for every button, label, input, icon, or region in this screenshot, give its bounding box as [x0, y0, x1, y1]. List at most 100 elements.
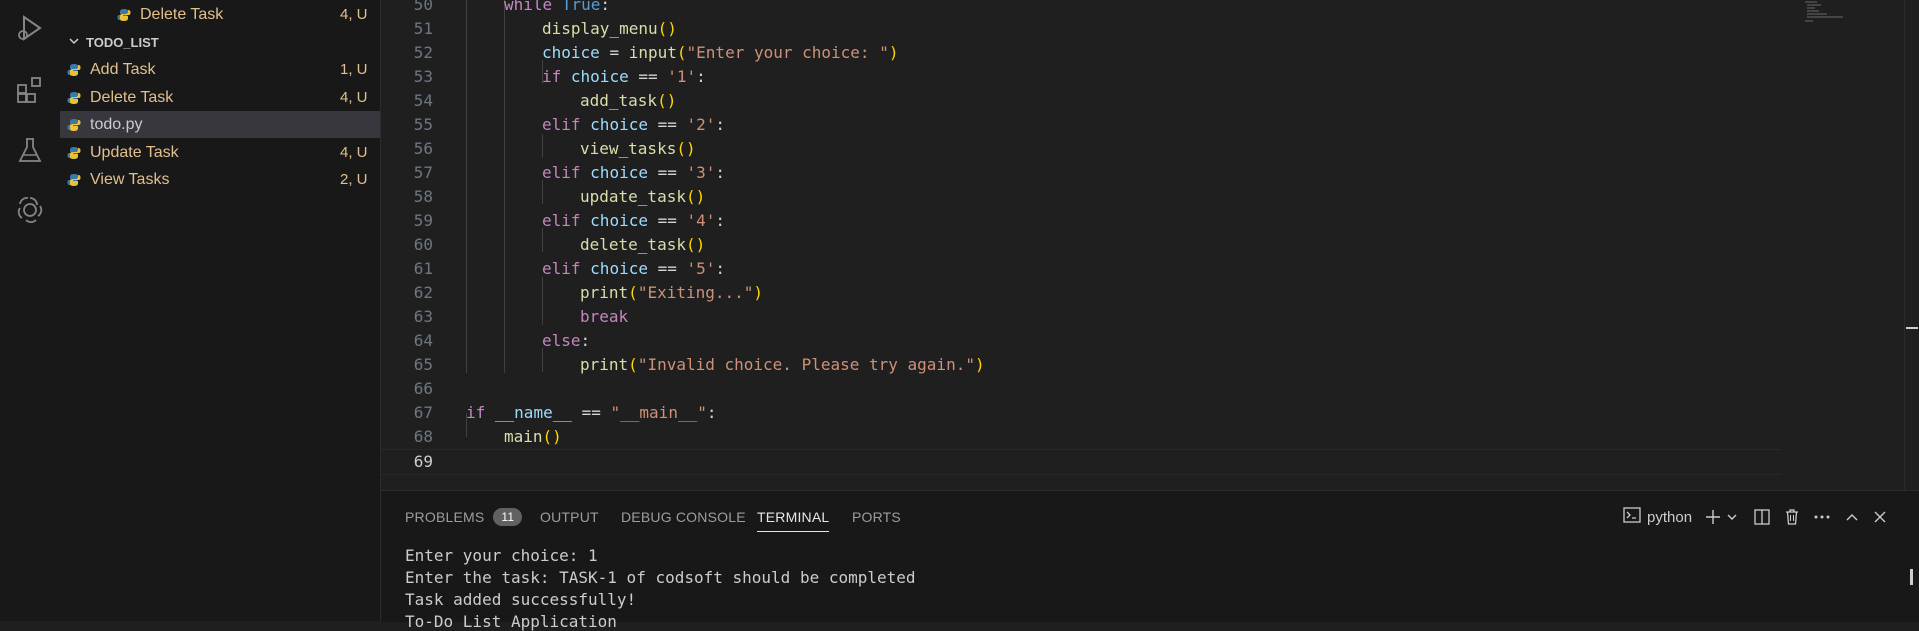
code-line: 56 view_tasks(): [381, 137, 1781, 161]
maximize-panel-chevron-up-icon[interactable]: [1843, 506, 1861, 528]
tab-label: TERMINAL: [757, 509, 830, 525]
git-status: 4, U: [340, 144, 368, 161]
code-line: 51 display_menu(): [381, 17, 1781, 41]
line-number: 61: [413, 259, 433, 278]
tab-output[interactable]: OUTPUT: [540, 503, 599, 531]
tab-label: OUTPUT: [540, 509, 599, 525]
code-line: 50 while True:: [381, 0, 1781, 17]
code-line: 53 if choice == '1':: [381, 65, 1781, 89]
code-line: 57 elif choice == '3':: [381, 161, 1781, 185]
git-status: 2, U: [340, 171, 368, 188]
git-status: 4, U: [340, 6, 368, 23]
tab-debug-console[interactable]: DEBUG CONSOLE: [621, 503, 746, 531]
trash-icon[interactable]: [1783, 506, 1801, 528]
line-number: 53: [413, 67, 433, 86]
activity-bar: [0, 0, 61, 621]
code-line: 61 elif choice == '5':: [381, 257, 1781, 281]
tree-item-label: View Tasks: [90, 170, 170, 188]
code-line: 66: [381, 377, 1781, 401]
bottom-panel: PROBLEMS 11 OUTPUT DEBUG CONSOLE TERMINA…: [381, 490, 1919, 631]
chevron-down-icon: [68, 35, 82, 50]
line-number: 68: [413, 427, 433, 446]
more-actions-icon[interactable]: [1813, 506, 1831, 528]
tab-ports[interactable]: PORTS: [852, 503, 901, 531]
line-number: 57: [413, 163, 433, 182]
tab-label: DEBUG CONSOLE: [621, 509, 746, 525]
testing-flask-icon[interactable]: [12, 132, 48, 168]
terminal-scrollbar[interactable]: [1910, 569, 1913, 585]
extensions-icon[interactable]: [12, 72, 48, 108]
tree-item-label: Update Task: [90, 143, 179, 161]
python-file-icon: [116, 7, 132, 23]
terminal-line: Task added successfully!: [405, 590, 637, 609]
tree-item-add-task[interactable]: Add Task 1, U: [60, 56, 380, 83]
terminal-selector[interactable]: python: [1623, 506, 1692, 528]
tree-item-label: Add Task: [90, 60, 156, 78]
code-line: 59 elif choice == '4':: [381, 209, 1781, 233]
line-number: 59: [413, 211, 433, 230]
code-line: 52 choice = input("Enter your choice: "): [381, 41, 1781, 65]
split-terminal-icon[interactable]: [1753, 506, 1771, 528]
tree-item-label: Delete Task: [90, 88, 174, 106]
git-status: 4, U: [340, 89, 368, 106]
python-file-icon: [66, 172, 82, 188]
terminal-line: Enter your choice: 1: [405, 546, 598, 565]
tab-terminal[interactable]: TERMINAL: [757, 503, 830, 532]
python-file-icon: [66, 145, 82, 161]
line-number: 52: [413, 43, 433, 62]
line-number: 58: [413, 187, 433, 206]
code-line: 65 print("Invalid choice. Please try agai…: [381, 353, 1781, 377]
terminal-line: Enter the task: TASK-1 of codsoft should…: [405, 568, 916, 587]
openai-chatgpt-icon[interactable]: [12, 192, 48, 228]
run-debug-icon[interactable]: [12, 10, 48, 46]
problems-count-badge: 11: [493, 508, 523, 526]
line-number: 62: [413, 283, 433, 302]
tree-item-update-task[interactable]: Update Task 4, U: [60, 139, 380, 166]
python-file-icon: [66, 90, 82, 106]
close-icon[interactable]: [1871, 506, 1889, 528]
explorer-sidebar: Delete Task 4, U TODO_LIST Add Task 1, U…: [60, 0, 381, 621]
code-line: 55 elif choice == '2':: [381, 113, 1781, 137]
current-line: 69: [381, 449, 1781, 475]
tab-problems[interactable]: PROBLEMS 11: [405, 503, 523, 531]
line-number: 60: [413, 235, 433, 254]
minimap[interactable]: [1803, 0, 1853, 28]
git-status: 1, U: [340, 61, 368, 78]
line-number: 54: [413, 91, 433, 110]
code-line: 62 print("Exiting..."): [381, 281, 1781, 305]
new-terminal-plus-icon[interactable]: [1704, 506, 1722, 528]
line-number: 55: [413, 115, 433, 134]
line-number: 69: [413, 452, 433, 471]
tree-item-todo-py[interactable]: todo.py: [60, 111, 380, 138]
chevron-down-icon[interactable]: [1725, 506, 1739, 528]
line-number: 64: [413, 331, 433, 350]
terminal-line: To-Do List Application: [405, 612, 617, 631]
tree-item-delete-task-top[interactable]: Delete Task 4, U: [60, 1, 380, 28]
code-editor[interactable]: 50 while True: 51 display_menu() 52 choice …: [381, 0, 1919, 490]
tab-label: PORTS: [852, 509, 901, 525]
line-number: 66: [413, 379, 433, 398]
line-number: 51: [413, 19, 433, 38]
tab-label: PROBLEMS: [405, 509, 485, 525]
python-file-icon: [66, 62, 82, 78]
tree-item-view-tasks[interactable]: View Tasks 2, U: [60, 166, 380, 193]
code-line: 54 add_task(): [381, 89, 1781, 113]
code-line: 58 update_task(): [381, 185, 1781, 209]
code-line: 64 else:: [381, 329, 1781, 353]
folder-title: TODO_LIST: [86, 34, 159, 50]
tree-item-delete-task[interactable]: Delete Task 4, U: [60, 84, 380, 111]
terminal-name: python: [1647, 508, 1693, 526]
scroll-position-marker: [1906, 327, 1918, 329]
editor-scrollbar[interactable]: [1904, 0, 1919, 490]
python-file-icon: [66, 117, 82, 133]
line-number: 63: [413, 307, 433, 326]
line-number: 67: [413, 403, 433, 422]
code-line: 60 delete_task(): [381, 233, 1781, 257]
terminal-icon: [1623, 507, 1641, 527]
tree-item-label: todo.py: [90, 115, 143, 133]
code-line: 67 if __name__ == "__main__":: [381, 401, 1781, 425]
line-number: 50: [413, 0, 433, 14]
code-line: 63 break: [381, 305, 1781, 329]
tree-item-label: Delete Task: [140, 5, 224, 23]
todo-list-folder-header[interactable]: TODO_LIST: [60, 31, 380, 53]
